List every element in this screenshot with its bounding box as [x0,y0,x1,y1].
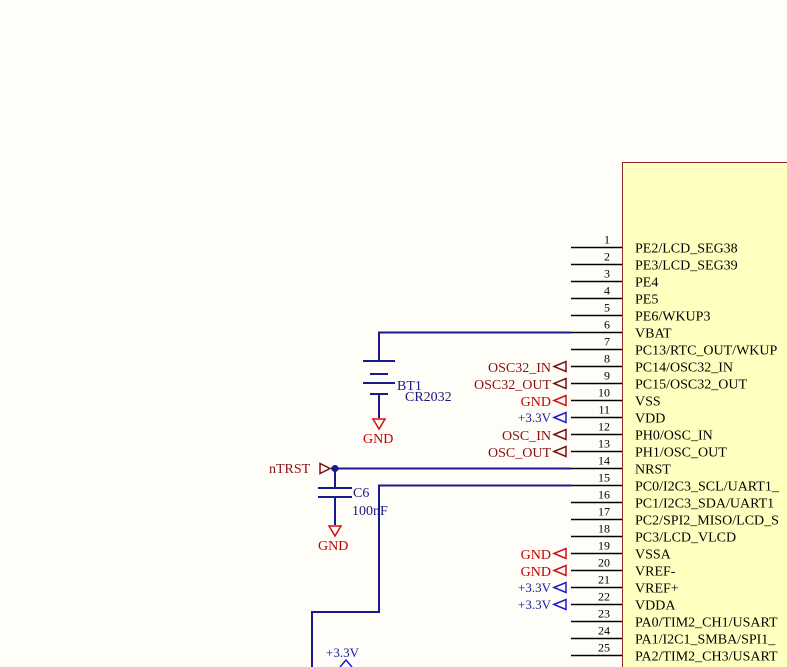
pin-name: PC0/I2C3_SCL/UART1_ [635,480,780,495]
pin-name: VREF+ [635,582,679,597]
v33-21-flag [552,581,567,594]
pin-name: NRST [635,463,671,478]
pin-number: 21 [598,573,610,587]
pin-name: PC14/OSC32_IN [635,361,733,376]
pin-name: PE2/LCD_SEG38 [635,242,738,257]
v33-21-label: +3.3V [518,580,552,595]
pin-number: 13 [598,437,610,451]
c6-gnd-label: GND [318,539,348,554]
pin-number: 19 [598,539,610,553]
v33-11-flag [552,411,567,424]
pin-number: 25 [598,641,610,655]
gnd10-label: GND [521,395,551,410]
osc-out-label: OSC_OUT [488,446,551,461]
pin-number: 5 [604,301,610,315]
pin-name: VREF- [635,565,676,580]
pin-number: 18 [598,522,610,536]
pin-name: VBAT [635,327,672,342]
pin-name: VSSA [635,548,672,563]
schematic-canvas: 1 PE2/LCD_SEG38 2 PE3/LCD_SEG39 3 PE4 4 PE5 5 PE6… [269,162,787,667]
gnd19-label: GND [521,548,551,563]
pin-name: PE6/WKUP3 [635,310,710,325]
nrst-flag [319,462,332,475]
gnd20-label: GND [521,565,551,580]
pin-number: 8 [604,352,610,366]
pin-name: PC1/I2C3_SDA/UART1 [635,497,774,512]
osc32-in-flag [552,360,567,373]
pin-name: PC3/LCD_VLCD [635,531,736,546]
osc32-out-label: OSC32_OUT [474,378,551,393]
bottom-power-label: +3.3V [326,645,360,660]
bt1-gnd-symbol [371,418,387,431]
pin-number: 16 [598,488,610,502]
pin-name: PC13/RTC_OUT/WKUP [635,344,777,359]
pin-name: VSS [635,395,661,410]
pin-name: PE3/LCD_SEG39 [635,259,738,274]
pin-name: PA1/I2C1_SMBA/SPI1_ [635,633,776,648]
v33-22-label: +3.3V [518,597,552,612]
pin-number: 12 [598,420,610,434]
c6-capacitor[interactable] [318,487,352,538]
pin-name: PC15/OSC32_OUT [635,378,747,393]
gnd10-flag [552,394,567,407]
pin-number: 7 [604,335,610,349]
pin-number: 9 [604,369,610,383]
bottom-power-symbol [339,658,353,667]
osc-in-label: OSC_IN [502,429,551,444]
pin-name: VDD [635,412,665,427]
pin-number: 6 [604,318,610,332]
c6-value: 100nF [352,504,388,519]
pin-number: 20 [598,556,610,570]
bt1-value: CR2032 [405,390,452,405]
pin-name: PC2/SPI2_MISO/LCD_S [635,514,779,529]
pin-number: 17 [598,505,610,519]
pin-name: PE4 [635,276,658,291]
c6-ref: C6 [353,486,369,501]
pin-number: 10 [598,386,610,400]
v33-11-label: +3.3V [518,410,552,425]
pin-number: 15 [598,471,610,485]
c6-gnd-symbol [327,525,343,538]
pin-name: VDDA [635,599,676,614]
pin-number: 24 [598,624,610,638]
pin-name: PH1/OSC_OUT [635,446,727,461]
pin-number: 23 [598,607,610,621]
v33-22-flag [552,598,567,611]
pin-number: 11 [598,403,610,417]
pin-number: 4 [604,284,610,298]
osc32-in-label: OSC32_IN [488,361,551,376]
pin-name: PH0/OSC_IN [635,429,713,444]
pin-number: 14 [598,454,610,468]
bt1-gnd-label: GND [363,432,393,447]
osc-in-flag [552,428,567,441]
nrst-wire[interactable] [331,465,571,487]
gnd19-flag [552,547,567,560]
pin-name: PA2/TIM2_CH3/USART [635,650,778,665]
nrst-net-label: nTRST [269,462,311,477]
pin-name: PE5 [635,293,658,308]
pin-number: 22 [598,590,610,604]
gnd20-flag [552,564,567,577]
osc-out-flag [552,445,567,458]
pin-number: 2 [604,250,610,264]
pin-name: PA0/TIM2_CH1/USART [635,616,778,631]
pin-number: 1 [604,233,610,247]
osc32-out-flag [552,377,567,390]
pin-number: 3 [604,267,610,281]
